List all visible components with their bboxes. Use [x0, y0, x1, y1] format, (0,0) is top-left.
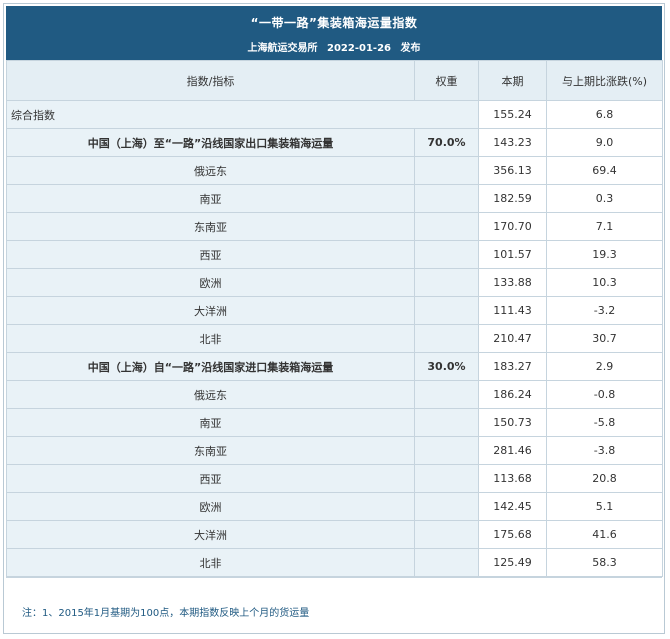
region-value: 133.88 [478, 268, 547, 297]
region-name: 欧洲 [6, 268, 415, 297]
table-row: 北非 210.47 30.7 [6, 324, 663, 353]
region-change: -5.8 [546, 408, 663, 437]
weight-cell [414, 408, 479, 437]
column-header-weight: 权重 [414, 60, 479, 101]
region-change: 19.3 [546, 240, 663, 269]
column-header-indicator: 指数/指标 [6, 60, 415, 101]
region-change: 58.3 [546, 548, 663, 577]
composite-value: 155.24 [478, 100, 547, 129]
group-name: 中国（上海）至“一路”沿线国家出口集装箱海运量 [6, 128, 415, 157]
weight-cell [414, 268, 479, 297]
index-table: 指数/指标 权重 本期 与上期比涨跌(%) 综合指数 155.24 6.8 中国… [6, 60, 663, 577]
column-header-change: 与上期比涨跌(%) [546, 60, 663, 101]
region-name: 西亚 [6, 240, 415, 269]
column-header-current: 本期 [478, 60, 547, 101]
group-weight: 70.0% [414, 128, 479, 157]
publish-info: 上海航运交易所 2022-01-26 发布 [6, 39, 662, 54]
region-name: 大洋洲 [6, 296, 415, 325]
weight-cell [414, 548, 479, 577]
index-panel: “一带一路”集装箱海运量指数 上海航运交易所 2022-01-26 发布 指数/… [3, 3, 665, 634]
region-value: 186.24 [478, 380, 547, 409]
table-row-import-group: 中国（上海）自“一路”沿线国家进口集装箱海运量 30.0% 183.27 2.9 [6, 352, 663, 381]
group-change: 2.9 [546, 352, 663, 381]
footnote: 注：1、2015年1月基期为100点，本期指数反映上个月的货运量 [22, 608, 310, 619]
region-name: 北非 [6, 324, 415, 353]
table-row: 东南亚 170.70 7.1 [6, 212, 663, 241]
weight-cell [414, 212, 479, 241]
region-name: 南亚 [6, 408, 415, 437]
region-value: 125.49 [478, 548, 547, 577]
region-change: -0.8 [546, 380, 663, 409]
region-change: 69.4 [546, 156, 663, 185]
region-value: 113.68 [478, 464, 547, 493]
region-change: 5.1 [546, 492, 663, 521]
region-change: 0.3 [546, 184, 663, 213]
table-header-row: 指数/指标 权重 本期 与上期比涨跌(%) [6, 60, 663, 101]
region-name: 南亚 [6, 184, 415, 213]
table-row: 欧洲 142.45 5.1 [6, 492, 663, 521]
table-row: 大洋洲 175.68 41.6 [6, 520, 663, 549]
region-value: 175.68 [478, 520, 547, 549]
composite-name: 综合指数 [6, 100, 479, 129]
table-row: 北非 125.49 58.3 [6, 548, 663, 577]
region-change: 10.3 [546, 268, 663, 297]
table-row-composite: 综合指数 155.24 6.8 [6, 100, 663, 129]
weight-cell [414, 380, 479, 409]
region-value: 150.73 [478, 408, 547, 437]
region-name: 北非 [6, 548, 415, 577]
publish-date: 2022-01-26 [327, 43, 391, 54]
table-row: 欧洲 133.88 10.3 [6, 268, 663, 297]
table-row: 西亚 113.68 20.8 [6, 464, 663, 493]
table-row-export-group: 中国（上海）至“一路”沿线国家出口集装箱海运量 70.0% 143.23 9.0 [6, 128, 663, 157]
region-value: 170.70 [478, 212, 547, 241]
region-name: 西亚 [6, 464, 415, 493]
region-value: 101.57 [478, 240, 547, 269]
table-row: 西亚 101.57 19.3 [6, 240, 663, 269]
region-value: 281.46 [478, 436, 547, 465]
region-change: 41.6 [546, 520, 663, 549]
page-title: “一带一路”集装箱海运量指数 [250, 16, 418, 30]
weight-cell [414, 324, 479, 353]
publisher: 上海航运交易所 [247, 43, 318, 54]
region-name: 欧洲 [6, 492, 415, 521]
publish-action: 发布 [400, 43, 421, 54]
region-value: 356.13 [478, 156, 547, 185]
table-row: 大洋洲 111.43 -3.2 [6, 296, 663, 325]
weight-cell [414, 296, 479, 325]
region-name: 俄远东 [6, 156, 415, 185]
region-value: 210.47 [478, 324, 547, 353]
group-value: 183.27 [478, 352, 547, 381]
region-name: 东南亚 [6, 436, 415, 465]
table-row: 南亚 150.73 -5.8 [6, 408, 663, 437]
weight-cell [414, 184, 479, 213]
region-change: -3.2 [546, 296, 663, 325]
group-weight: 30.0% [414, 352, 479, 381]
group-value: 143.23 [478, 128, 547, 157]
table-row: 俄远东 356.13 69.4 [6, 156, 663, 185]
region-change: 20.8 [546, 464, 663, 493]
weight-cell [414, 464, 479, 493]
weight-cell [414, 520, 479, 549]
region-name: 俄远东 [6, 380, 415, 409]
region-name: 大洋洲 [6, 520, 415, 549]
region-value: 182.59 [478, 184, 547, 213]
group-name: 中国（上海）自“一路”沿线国家进口集装箱海运量 [6, 352, 415, 381]
weight-cell [414, 492, 479, 521]
region-value: 142.45 [478, 492, 547, 521]
group-change: 9.0 [546, 128, 663, 157]
region-change: 30.7 [546, 324, 663, 353]
weight-cell [414, 156, 479, 185]
region-change: -3.8 [546, 436, 663, 465]
composite-change: 6.8 [546, 100, 663, 129]
region-change: 7.1 [546, 212, 663, 241]
panel-header: “一带一路”集装箱海运量指数 上海航运交易所 2022-01-26 发布 [6, 6, 662, 60]
region-value: 111.43 [478, 296, 547, 325]
table-row: 俄远东 186.24 -0.8 [6, 380, 663, 409]
weight-cell [414, 436, 479, 465]
table-row: 南亚 182.59 0.3 [6, 184, 663, 213]
table-row: 东南亚 281.46 -3.8 [6, 436, 663, 465]
weight-cell [414, 240, 479, 269]
region-name: 东南亚 [6, 212, 415, 241]
footnote-area: 注：1、2015年1月基期为100点，本期指数反映上个月的货运量 [6, 577, 662, 629]
